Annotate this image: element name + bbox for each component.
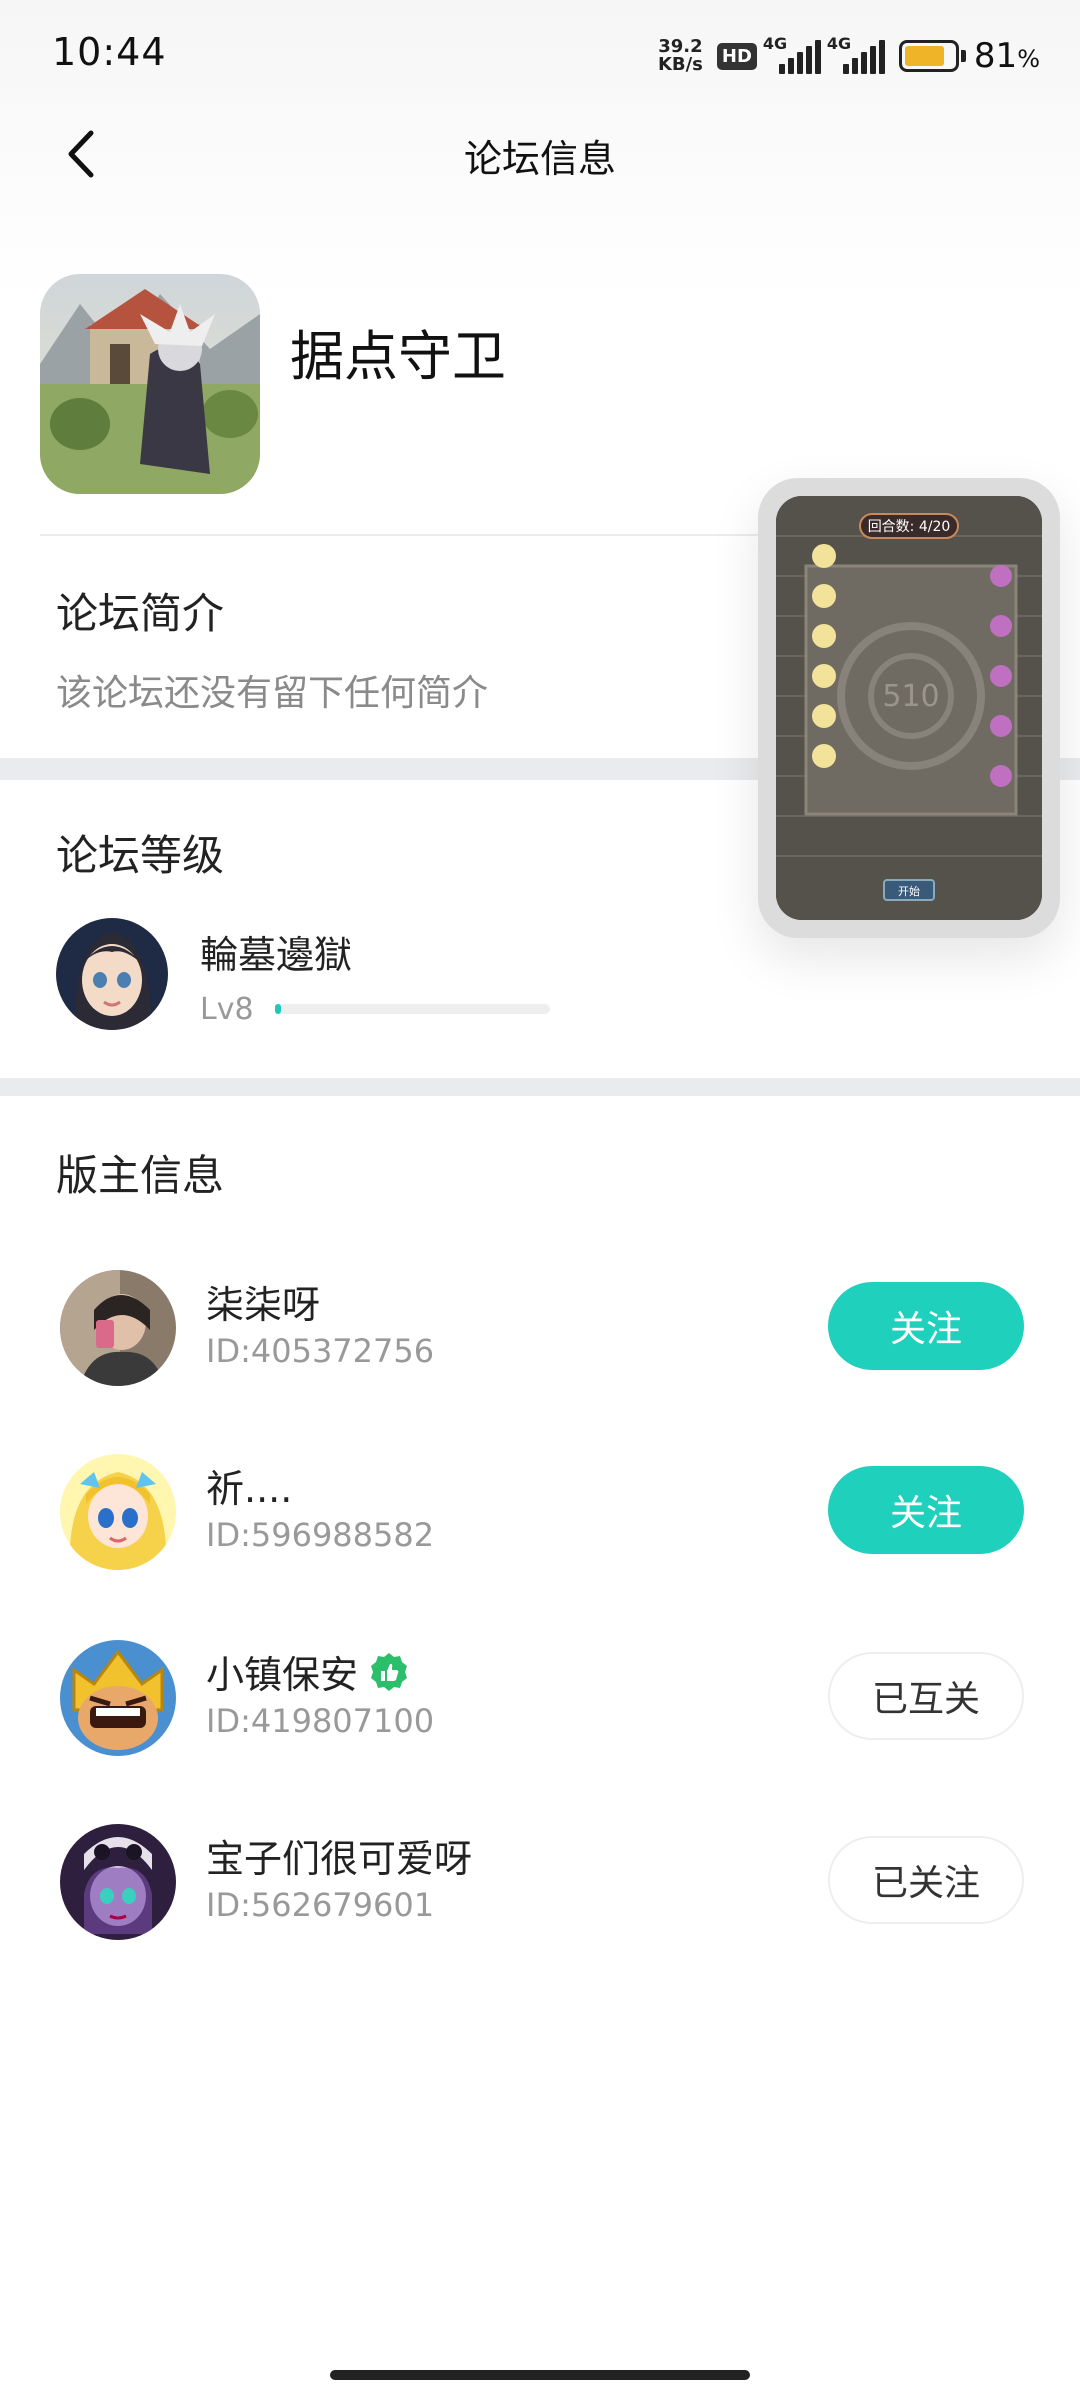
moderator-avatar[interactable] [60, 1824, 176, 1940]
follow-button[interactable]: 关注 [828, 1282, 1024, 1370]
status-time: 10:44 [52, 30, 167, 74]
forum-header: 据点守卫 [40, 274, 1040, 494]
home-indicator[interactable] [330, 2370, 750, 2380]
moderator-avatar[interactable] [60, 1270, 176, 1386]
network-speed: 39.2 KB/s [658, 38, 703, 74]
follow-button[interactable]: 关注 [828, 1466, 1024, 1554]
screen: 10:44 39.2 KB/s HD 4G 4G 81% 论坛信息 据点守卫 论… [0, 0, 1080, 2400]
signal-label-2: 4G [826, 34, 852, 53]
moderator-row: 柒柒呀 ID:405372756 关注 [0, 1262, 1080, 1392]
followed-button[interactable]: 已关注 [828, 1836, 1024, 1924]
level-user-name: 輪墓邊獄 [200, 933, 353, 977]
forum-game-icon[interactable] [40, 274, 260, 494]
moderator-row: 宝子们很可爱呀 ID:562679601 已关注 [0, 1816, 1080, 1946]
level-user-avatar[interactable] [56, 918, 168, 1030]
moderator-id: ID:405372756 [206, 1332, 435, 1370]
moderator-name: 宝子们很可爱呀 [206, 1837, 473, 1881]
page-title: 论坛信息 [463, 137, 616, 181]
signal-label: 4G [762, 34, 788, 53]
forum-name: 据点守卫 [290, 325, 506, 388]
preview-center-number: 510 [882, 679, 939, 714]
level-progress-bar [275, 1004, 550, 1014]
level-progress-fill [275, 1004, 281, 1014]
battery-icon: 81% [898, 36, 1040, 76]
moderator-name: 柒柒呀 [206, 1283, 321, 1327]
moderator-avatar[interactable] [60, 1640, 176, 1756]
verified-thumb-icon [371, 1652, 408, 1691]
moderator-id: ID:562679601 [206, 1886, 435, 1924]
moderator-name: 祈.... [206, 1467, 293, 1511]
moderator-id: ID:419807100 [206, 1702, 435, 1740]
moderator-row: 小镇保安 ID:419807100 已互关 [0, 1632, 1080, 1762]
level-label: Lv8 [200, 992, 254, 1027]
signal-icon-2: 4G [827, 34, 885, 74]
intro-section-title: 论坛简介 [56, 589, 225, 638]
status-bar: 10:44 39.2 KB/s HD 4G 4G 81% [0, 0, 1080, 110]
moderator-avatar[interactable] [60, 1454, 176, 1570]
app-header: 论坛信息 [0, 110, 1080, 194]
hd-icon: HD [716, 42, 757, 70]
preview-start-label: 开始 [898, 884, 920, 898]
moderator-row: 祈.... ID:596988582 关注 [0, 1446, 1080, 1576]
game-preview-screen: 回合数: 4/20 510 开始 [776, 496, 1042, 920]
battery-percent: 81% [973, 36, 1040, 76]
moderator-name: 小镇保安 [206, 1644, 410, 1699]
floating-game-preview[interactable]: 回合数: 4/20 510 开始 [758, 478, 1060, 938]
intro-text: 该论坛还没有留下任何简介 [56, 673, 489, 714]
signal-icon: 4G [763, 34, 821, 74]
preview-round-label: 回合数: 4/20 [868, 519, 951, 535]
moderators-section-title: 版主信息 [56, 1151, 225, 1200]
section-separator-2 [0, 1078, 1080, 1096]
mutual-follow-button[interactable]: 已互关 [828, 1652, 1024, 1740]
moderator-id: ID:596988582 [206, 1516, 435, 1554]
level-section-title: 论坛等级 [56, 831, 225, 880]
status-icons: 39.2 KB/s HD 4G 4G 81% [658, 34, 1040, 78]
network-speed-unit: KB/s [657, 54, 703, 75]
